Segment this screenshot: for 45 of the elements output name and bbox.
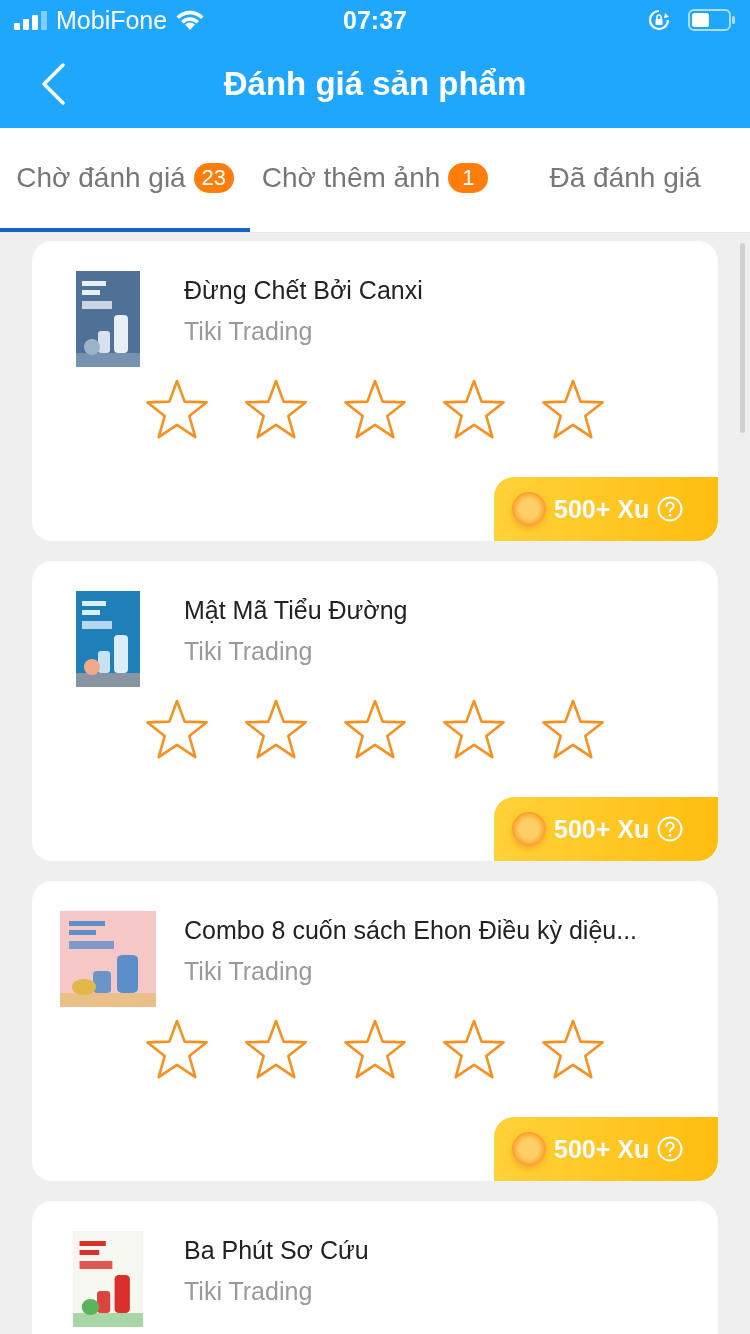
star-icon[interactable]	[244, 1019, 308, 1081]
tab[interactable]: Chờ đánh giá 23	[0, 128, 250, 232]
star-icon[interactable]	[244, 379, 308, 441]
reward-amount: 500+ Xu	[554, 494, 650, 524]
seller-name: Tiki Trading	[184, 317, 314, 346]
wifi-icon	[175, 9, 206, 31]
star-icon[interactable]	[343, 1019, 407, 1081]
star-icon[interactable]	[541, 379, 605, 441]
star-icon[interactable]	[244, 699, 308, 761]
count-badge: 23	[193, 163, 234, 193]
coin-icon	[512, 492, 546, 526]
battery-icon	[688, 9, 736, 31]
carrier-name: MobiFone	[56, 5, 168, 35]
rotation-lock-icon	[648, 9, 670, 31]
status-time: 07:37	[343, 5, 407, 35]
seller-name: Tiki Trading	[184, 637, 314, 666]
star-icon[interactable]	[541, 699, 605, 761]
seller-name: Tiki Trading	[184, 957, 314, 986]
star-icon[interactable]	[343, 699, 407, 761]
star-icon[interactable]	[442, 379, 506, 441]
help-icon[interactable]	[657, 1136, 684, 1162]
signal-icon	[14, 10, 48, 30]
product-title: Mật Mã Tiểu Đường	[184, 595, 408, 626]
star-icon[interactable]	[442, 699, 506, 761]
star-icon[interactable]	[541, 1019, 605, 1081]
tab[interactable]: Đã đánh giá	[500, 128, 750, 232]
star-icon[interactable]	[145, 699, 209, 761]
reward-amount: 500+ Xu	[554, 814, 650, 844]
product-title: Đừng Chết Bởi Canxi	[184, 275, 423, 306]
star-icon[interactable]	[145, 379, 209, 441]
coin-icon	[512, 812, 546, 846]
count-badge: 1	[448, 163, 489, 193]
tab[interactable]: Chờ thêm ảnh 1	[250, 128, 500, 232]
reward-amount: 500+ Xu	[554, 1134, 650, 1164]
help-icon[interactable]	[657, 496, 684, 522]
product-title: Ba Phút Sơ Cứu	[184, 1235, 369, 1266]
seller-name: Tiki Trading	[184, 1277, 314, 1306]
help-icon[interactable]	[657, 816, 684, 842]
star-icon[interactable]	[145, 1019, 209, 1081]
coin-icon	[512, 1132, 546, 1166]
page-title: Đánh giá sản phẩm	[223, 65, 527, 103]
star-icon[interactable]	[343, 379, 407, 441]
star-icon[interactable]	[442, 1019, 506, 1081]
product-title: Combo 8 cuốn sách Ehon Điều kỳ diệu...	[184, 915, 638, 946]
back-button[interactable]	[40, 63, 66, 105]
